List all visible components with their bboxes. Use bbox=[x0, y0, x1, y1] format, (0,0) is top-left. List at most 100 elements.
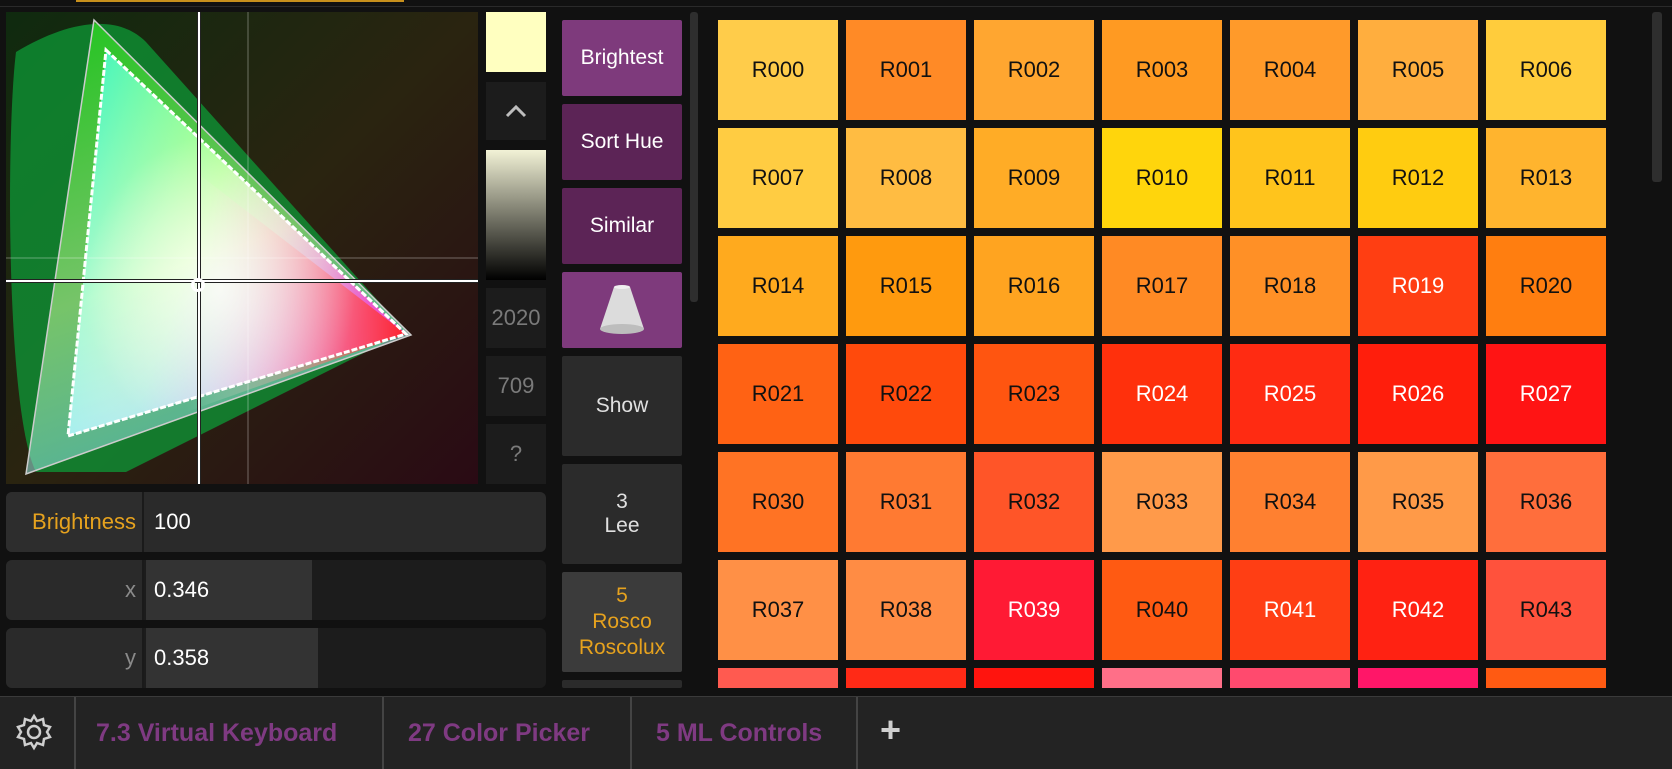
swatch-code: R023 bbox=[1007, 381, 1061, 406]
tab-virtual-keyboard[interactable]: 7.3 Virtual Keyboard bbox=[96, 701, 337, 765]
plus-icon[interactable]: + bbox=[880, 709, 901, 751]
gamut-709-label: 709 bbox=[497, 373, 535, 398]
brightness-field[interactable]: Brightness 100 bbox=[6, 492, 546, 552]
color-swatch-r003[interactable]: R003 bbox=[1102, 20, 1222, 120]
swatch-code: R015 bbox=[879, 273, 933, 298]
tab-ml-controls[interactable]: 5 ML Controls bbox=[656, 701, 822, 765]
color-swatch-r037[interactable]: R037 bbox=[718, 560, 838, 660]
color-swatch-r001[interactable]: R001 bbox=[846, 20, 966, 120]
similar-button[interactable]: Similar bbox=[562, 188, 682, 264]
color-swatch-r017[interactable]: R017 bbox=[1102, 236, 1222, 336]
color-swatch-r006[interactable]: R006 bbox=[1486, 20, 1606, 120]
color-swatch-r010[interactable]: R010 bbox=[1102, 128, 1222, 228]
swatch-code: R021 bbox=[751, 381, 805, 406]
crosshair-vertical bbox=[197, 12, 201, 484]
swatch-code: R011 bbox=[1264, 165, 1316, 190]
chevron-up-icon bbox=[505, 104, 527, 118]
color-swatch-r039[interactable]: R039 bbox=[974, 560, 1094, 660]
swatch-grid: R000 R001 R002 R003 R004 R005 R006 R007 R008 R009… bbox=[718, 20, 1608, 688]
brightest-button[interactable]: Brightest bbox=[562, 20, 682, 96]
swatch-scrollbar[interactable] bbox=[1652, 12, 1662, 182]
show-button[interactable]: Show bbox=[562, 356, 682, 456]
color-swatch-r014[interactable]: R014 bbox=[718, 236, 838, 336]
color-swatch-r011[interactable]: R011 bbox=[1230, 128, 1350, 228]
color-point-handle[interactable] bbox=[191, 278, 205, 292]
swatch-code: R016 bbox=[1007, 273, 1061, 298]
next-library-button[interactable] bbox=[562, 680, 682, 688]
lee-button[interactable]: 3 Lee bbox=[562, 464, 682, 564]
color-swatch-r023[interactable]: R023 bbox=[974, 344, 1094, 444]
help-button[interactable]: ? bbox=[486, 424, 546, 484]
color-swatch-r020[interactable]: R020 bbox=[1486, 236, 1606, 336]
color-swatch-r031[interactable]: R031 bbox=[846, 452, 966, 552]
y-field[interactable]: y 0.358 bbox=[6, 628, 546, 688]
color-swatch-r013[interactable]: R013 bbox=[1486, 128, 1606, 228]
action-scrollbar[interactable] bbox=[690, 12, 698, 302]
sort-hue-button[interactable]: Sort Hue bbox=[562, 104, 682, 180]
swatch-code: R037 bbox=[751, 597, 805, 622]
swatch-code: R041 bbox=[1263, 597, 1317, 622]
rosco-button[interactable]: 5 Rosco Roscolux bbox=[562, 572, 682, 672]
color-swatch-r018[interactable]: R018 bbox=[1230, 236, 1350, 336]
color-swatch-r019[interactable]: R019 bbox=[1358, 236, 1478, 336]
color-swatch-r022[interactable]: R022 bbox=[846, 344, 966, 444]
y-value[interactable]: 0.358 bbox=[154, 628, 209, 688]
swatch-code: R025 bbox=[1263, 381, 1317, 406]
color-swatch-r032[interactable]: R032 bbox=[974, 452, 1094, 552]
gamut-2020-button[interactable]: 2020 bbox=[486, 288, 546, 348]
brightness-value[interactable]: 100 bbox=[154, 492, 191, 552]
color-swatch-partial-44[interactable] bbox=[974, 668, 1094, 688]
color-swatch-partial-42[interactable] bbox=[718, 668, 838, 688]
swatch-code: R033 bbox=[1135, 489, 1189, 514]
color-swatch-partial-46[interactable] bbox=[1230, 668, 1350, 688]
color-swatch-r008[interactable]: R008 bbox=[846, 128, 966, 228]
brightness-up-button[interactable] bbox=[486, 82, 546, 140]
color-swatch-r024[interactable]: R024 bbox=[1102, 344, 1222, 444]
color-swatch-partial-48[interactable] bbox=[1486, 668, 1606, 688]
swatch-code: R040 bbox=[1135, 597, 1189, 622]
swatch-code: R009 bbox=[1007, 165, 1061, 190]
beam-button[interactable] bbox=[562, 272, 682, 348]
color-swatch-r004[interactable]: R004 bbox=[1230, 20, 1350, 120]
tab-color-picker[interactable]: 27 Color Picker bbox=[408, 701, 590, 765]
color-swatch-r027[interactable]: R027 bbox=[1486, 344, 1606, 444]
color-swatch-r007[interactable]: R007 bbox=[718, 128, 838, 228]
color-swatch-r042[interactable]: R042 bbox=[1358, 560, 1478, 660]
color-swatch-partial-45[interactable] bbox=[1102, 668, 1222, 688]
color-swatch-r012[interactable]: R012 bbox=[1358, 128, 1478, 228]
x-label: x bbox=[6, 560, 144, 620]
color-swatch-r033[interactable]: R033 bbox=[1102, 452, 1222, 552]
color-swatch-r038[interactable]: R038 bbox=[846, 560, 966, 660]
color-swatch-partial-47[interactable] bbox=[1358, 668, 1478, 688]
x-field[interactable]: x 0.346 bbox=[6, 560, 546, 620]
swatch-code: R043 bbox=[1519, 597, 1573, 622]
color-swatch-r036[interactable]: R036 bbox=[1486, 452, 1606, 552]
swatch-code: R004 bbox=[1263, 57, 1317, 82]
color-swatch-r021[interactable]: R021 bbox=[718, 344, 838, 444]
color-swatch-r009[interactable]: R009 bbox=[974, 128, 1094, 228]
color-swatch-r025[interactable]: R025 bbox=[1230, 344, 1350, 444]
color-swatch-r034[interactable]: R034 bbox=[1230, 452, 1350, 552]
roscolux-label: Roscolux bbox=[578, 636, 666, 659]
color-swatch-r040[interactable]: R040 bbox=[1102, 560, 1222, 660]
gear-icon[interactable] bbox=[14, 712, 54, 752]
color-swatch-r005[interactable]: R005 bbox=[1358, 20, 1478, 120]
color-swatch-r026[interactable]: R026 bbox=[1358, 344, 1478, 444]
color-swatch-r016[interactable]: R016 bbox=[974, 236, 1094, 336]
help-label: ? bbox=[509, 441, 523, 466]
color-swatch-r043[interactable]: R043 bbox=[1486, 560, 1606, 660]
gamut-709-button[interactable]: 709 bbox=[486, 356, 546, 416]
color-swatch-r015[interactable]: R015 bbox=[846, 236, 966, 336]
color-swatch-r000[interactable]: R000 bbox=[718, 20, 838, 120]
tab-color-picker-label: 27 Color Picker bbox=[408, 718, 591, 747]
swatch-code: R030 bbox=[751, 489, 805, 514]
color-swatch-r035[interactable]: R035 bbox=[1358, 452, 1478, 552]
color-swatch-r002[interactable]: R002 bbox=[974, 20, 1094, 120]
x-value[interactable]: 0.346 bbox=[154, 560, 209, 620]
brightness-gradient-bar[interactable] bbox=[486, 150, 546, 280]
swatch-code: R010 bbox=[1135, 165, 1189, 190]
color-swatch-r041[interactable]: R041 bbox=[1230, 560, 1350, 660]
color-swatch-r030[interactable]: R030 bbox=[718, 452, 838, 552]
chromaticity-picker[interactable] bbox=[6, 12, 478, 484]
color-swatch-partial-43[interactable] bbox=[846, 668, 966, 688]
